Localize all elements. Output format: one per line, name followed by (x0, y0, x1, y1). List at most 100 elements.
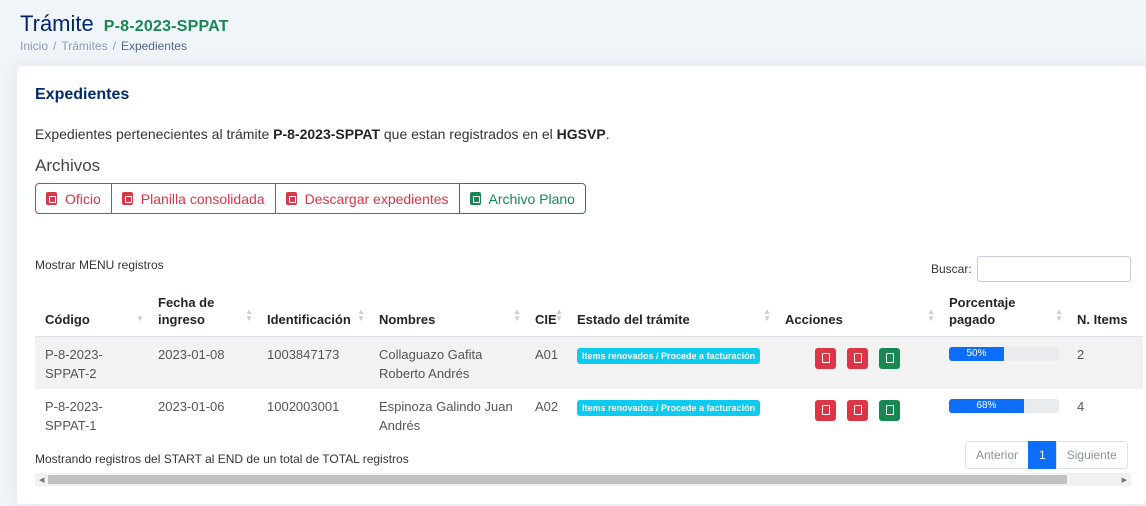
col-estado[interactable]: Estado del trámite ▲ ▼ (567, 286, 775, 337)
pdf-action-button[interactable] (815, 347, 836, 369)
page-title-text: Trámite (20, 11, 94, 36)
cell-estado: Items renovados / Procede a facturación (567, 389, 775, 441)
breadcrumb-expedientes: Expedientes (120, 39, 187, 53)
archivo-plano-label: Archivo Plano (488, 190, 575, 207)
col-identificacion-label: Identificación (267, 311, 351, 327)
row-actions (785, 399, 931, 421)
cell-fecha: 2023-01-08 (148, 336, 257, 389)
col-codigo-label: Código (45, 311, 90, 327)
planilla-consolidada-button[interactable]: Planilla consolidada (110, 183, 276, 214)
cell-fecha: 2023-01-06 (158, 398, 225, 414)
col-codigo[interactable]: Código ▼ (35, 286, 148, 337)
cell-identificacion: 1003847173 (257, 336, 369, 389)
col-identificacion[interactable]: Identificación ▲ ▼ (257, 286, 369, 337)
scrollbar-thumb[interactable] (48, 475, 1067, 484)
scroll-left-icon[interactable]: ◀ (39, 476, 44, 484)
desc-prefix: Expedientes pertenecientes al trámite (35, 126, 274, 142)
cell-nombres: Collaguazo Gafita Roberto Andrés (369, 336, 525, 389)
desc-middle: que estan registrados en el (380, 126, 557, 142)
sort-desc-icon: ▼ (136, 313, 144, 323)
cell-identificacion: 1002003001 (267, 398, 340, 414)
col-porcentaje[interactable]: Porcentaje pagado ▲ ▼ (939, 286, 1067, 337)
col-items[interactable]: N. Items (1067, 286, 1143, 337)
pager-prev-button[interactable]: Anterior (965, 441, 1030, 469)
sort-icon: ▲ ▼ (555, 306, 563, 323)
desc-code: P-8-2023-SPPAT (273, 126, 380, 142)
col-acciones[interactable]: Acciones ▲ ▼ (775, 286, 939, 337)
cell-cie: A02 (535, 398, 559, 414)
status-badge: Items renovados / Procede a facturación (577, 347, 761, 364)
excel-icon (469, 192, 481, 205)
card-description: Expedientes pertenecientes al trámite P-… (35, 126, 610, 142)
descargar-label: Descargar expedientes (304, 190, 449, 207)
pdf-action-button[interactable] (847, 347, 868, 369)
status-badge: Items renovados / Procede a facturación (577, 399, 761, 416)
progress-fill: 50% (949, 346, 1004, 361)
sort-icon: ▲ ▼ (1055, 306, 1063, 323)
col-nombres[interactable]: Nombres ▲ ▼ (369, 286, 525, 337)
sort-icon: ▲ ▼ (357, 306, 365, 323)
scroll-right-icon[interactable]: ▶ (1122, 476, 1127, 484)
cell-items: 4 (1077, 398, 1085, 414)
pdf-icon (285, 192, 297, 205)
cell-codigo: P-8-2023-SPPAT-2 (35, 336, 148, 389)
pager-page-button[interactable]: 1 (1028, 441, 1057, 469)
table-info: Mostrando registros del START al END de … (35, 452, 409, 466)
sort-icon: ▲ ▼ (927, 306, 935, 323)
cell-porcentaje: 68% (939, 389, 1067, 441)
pdf-icon (821, 353, 830, 363)
search-input[interactable] (977, 256, 1131, 282)
col-nombres-label: Nombres (379, 311, 436, 327)
col-fecha[interactable]: Fecha de ingreso ▲ ▼ (148, 286, 257, 337)
pager-next-button[interactable]: Siguiente (1055, 441, 1128, 469)
col-acciones-label: Acciones (785, 311, 843, 327)
table-row: P-8-2023-SPPAT-2 2023-01-08 1003847173 C… (35, 336, 1143, 389)
descargar-expedientes-button[interactable]: Descargar expedientes (274, 183, 460, 214)
card-title: Expedientes (35, 86, 130, 103)
excel-icon (885, 353, 894, 363)
oficio-button[interactable]: Oficio (35, 183, 112, 214)
sort-icon: ▲ ▼ (513, 306, 521, 323)
cell-cie: A01 (525, 336, 567, 389)
progress-bar: 50% (949, 346, 1059, 361)
col-fecha-label: Fecha de ingreso (158, 294, 215, 327)
horizontal-scrollbar[interactable]: ◀ ▶ (35, 473, 1131, 486)
progress-fill: 68% (949, 398, 1024, 413)
page-title: Trámite P-8-2023-SPPAT (20, 11, 229, 37)
desc-hospital: HGSVP (556, 126, 606, 142)
cell-codigo: P-8-2023-SPPAT-1 (45, 398, 103, 433)
sort-icon: ▲ ▼ (763, 306, 771, 323)
cell-items: 2 (1067, 336, 1143, 389)
pdf-icon (853, 353, 862, 363)
breadcrumb-separator: / (112, 39, 116, 53)
excel-action-button[interactable] (879, 399, 900, 421)
breadcrumb-tramites[interactable]: Trámites (61, 39, 107, 53)
pdf-icon (821, 405, 830, 415)
cell-acciones (775, 389, 939, 441)
breadcrumb-inicio[interactable]: Inicio (20, 39, 48, 53)
pdf-action-button[interactable] (847, 399, 868, 421)
pdf-icon (121, 192, 133, 205)
table-row: P-8-2023-SPPAT-1 2023-01-06 1002003001 E… (35, 389, 1143, 441)
pdf-icon (46, 192, 57, 205)
search-label: Buscar: (931, 262, 972, 276)
tramite-code: P-8-2023-SPPAT (103, 18, 229, 35)
excel-icon (885, 405, 894, 415)
pdf-action-button[interactable] (815, 399, 836, 421)
cell-porcentaje: 50% (939, 336, 1067, 389)
table-header-row: Código ▼ Fecha de ingreso ▲ ▼ Identificació… (35, 286, 1143, 337)
desc-suffix: . (605, 126, 610, 142)
length-menu-label: Mostrar MENU registros (35, 258, 164, 272)
excel-action-button[interactable] (879, 347, 900, 369)
breadcrumb: Inicio / Trámites / Expedientes (20, 39, 187, 53)
col-cie[interactable]: CIE ▲ ▼ (525, 286, 567, 337)
files-button-group: Oficio Planilla consolidada Descargar ex… (35, 183, 586, 214)
sort-icon: ▲ ▼ (245, 306, 253, 323)
cell-estado: Items renovados / Procede a facturación (567, 336, 775, 389)
files-title: Archivos (35, 156, 101, 175)
expedientes-card: Expedientes Expedientes pertenecientes a… (17, 66, 1146, 504)
archivo-plano-button[interactable]: Archivo Plano (458, 183, 586, 214)
oficio-label: Oficio (65, 190, 101, 207)
progress-bar: 68% (949, 398, 1059, 413)
breadcrumb-separator: / (53, 39, 57, 53)
